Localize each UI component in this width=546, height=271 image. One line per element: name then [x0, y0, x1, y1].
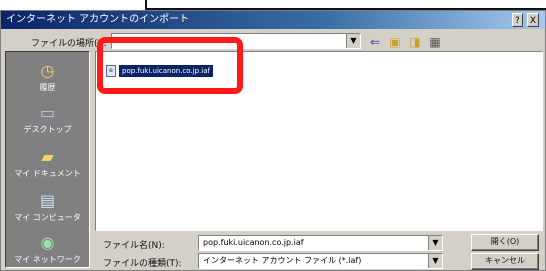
view-menu-icon[interactable]: ▦	[428, 35, 442, 49]
filetype-label: ファイルの種類(T):	[103, 259, 182, 269]
history-icon: ◷	[40, 61, 55, 80]
filename-value: pop.fuki.uicanon.co.jp.iaf	[203, 238, 304, 247]
import-dialog: インターネット アカウントのインポート ? X ファイルの場所(I): ▼ ⇐ …	[0, 10, 546, 271]
place-desktop[interactable]: ▭ デスクトップ	[6, 104, 89, 135]
look-in-dropdown[interactable]: ▼	[111, 33, 361, 49]
place-my-computer[interactable]: ▤ マイ コンピュータ	[6, 192, 89, 223]
background-window-frame	[145, 0, 546, 10]
place-history[interactable]: ◷ 履歴	[6, 62, 89, 93]
iaf-file-icon: e	[106, 65, 116, 77]
file-name: pop.fuki.uicanon.co.jp.iaf	[119, 65, 213, 77]
my-computer-icon: ▤	[39, 191, 56, 210]
new-folder-icon[interactable]: ◨	[408, 35, 422, 49]
filename-input[interactable]: pop.fuki.uicanon.co.jp.iaf ▼	[198, 235, 443, 251]
place-label: マイ コンピュータ	[14, 213, 81, 222]
toolbar: ⇐ ▣ ◨ ▦	[368, 33, 442, 51]
file-list[interactable]: e pop.fuki.uicanon.co.jp.iaf	[95, 51, 543, 231]
help-button[interactable]: ?	[512, 13, 523, 27]
my-network-icon: ◉	[40, 233, 55, 252]
chevron-down-icon[interactable]: ▼	[346, 34, 360, 48]
place-my-network[interactable]: ◉ マイ ネットワーク	[6, 234, 89, 265]
filetype-value: インターネット アカウント ファイル (*.iaf)	[203, 256, 362, 265]
chevron-down-icon[interactable]: ▼	[428, 254, 442, 268]
place-label: 履歴	[39, 83, 56, 92]
place-label: デスクトップ	[23, 125, 72, 134]
up-folder-icon[interactable]: ▣	[388, 35, 402, 49]
cancel-button[interactable]: キャンセル	[471, 253, 539, 270]
place-my-documents[interactable]: ▰ マイ ドキュメント	[6, 148, 89, 179]
my-documents-icon: ▰	[41, 147, 54, 166]
open-button[interactable]: 開く(O)	[471, 234, 539, 251]
place-label: マイ ネットワーク	[14, 255, 81, 264]
look-in-label: ファイルの場所(I):	[31, 39, 107, 49]
close-button[interactable]: X	[526, 13, 539, 27]
chevron-down-icon[interactable]: ▼	[428, 236, 442, 250]
filetype-dropdown[interactable]: インターネット アカウント ファイル (*.iaf) ▼	[198, 253, 443, 269]
list-item[interactable]: e pop.fuki.uicanon.co.jp.iaf	[106, 64, 213, 78]
places-bar: ◷ 履歴 ▭ デスクトップ ▰ マイ ドキュメント ▤ マイ コンピュータ ◉ …	[5, 51, 90, 268]
back-arrow-icon[interactable]: ⇐	[368, 35, 382, 49]
place-label: マイ ドキュメント	[14, 169, 81, 178]
title-bar: インターネット アカウントのインポート ? X	[1, 11, 545, 29]
desktop-icon: ▭	[39, 103, 56, 122]
window-title: インターネット アカウントのインポート	[6, 14, 190, 25]
filename-label: ファイル名(N):	[103, 241, 165, 251]
background-window-edge	[0, 0, 546, 10]
title-controls: ? X	[512, 13, 539, 27]
